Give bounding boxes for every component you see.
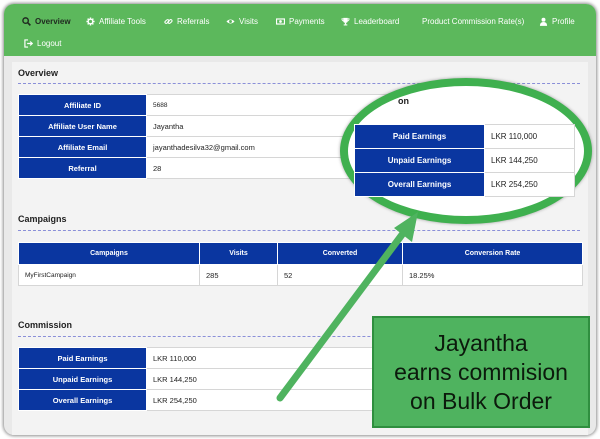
app-window: Overview Affiliate Tools Referrals Visit…	[4, 4, 596, 435]
nav-affiliate-tools-label: Affiliate Tools	[99, 16, 146, 26]
highlight-unpaid-value: LKR 144,250	[484, 148, 575, 173]
commission-paid-label: Paid Earnings	[18, 347, 147, 369]
campaigns-divider	[18, 230, 580, 231]
highlight-paid-value: LKR 110,000	[484, 124, 575, 149]
nav-affiliate-tools[interactable]: Affiliate Tools	[86, 12, 146, 30]
nav-logout-label: Logout	[37, 38, 62, 48]
table-row: Paid Earnings LKR 110,000	[354, 124, 575, 149]
affiliate-user-name-label: Affiliate User Name	[18, 115, 147, 137]
commission-unpaid-label: Unpaid Earnings	[18, 368, 147, 390]
highlight-paid-label: Paid Earnings	[354, 124, 485, 149]
callout-line-1: Jayantha	[434, 329, 528, 356]
nav-logout[interactable]: Logout	[24, 34, 61, 52]
nav-visits-label: Visits	[239, 16, 258, 26]
conversion-rate-col-header: Conversion Rate	[402, 242, 583, 265]
nav-overview[interactable]: Overview	[22, 12, 71, 30]
user-icon	[539, 17, 548, 26]
table-row: Overall Earnings LKR 254,250	[354, 172, 575, 197]
callout-line-2: earns commision	[394, 358, 568, 385]
referral-label: Referral	[18, 157, 147, 179]
nav-profile-label: Profile	[552, 16, 575, 26]
campaigns-title: Campaigns	[18, 214, 67, 224]
nav-product-commission-rates-label: Product Commission Rate(s)	[422, 16, 525, 26]
nav-referrals[interactable]: Referrals	[164, 12, 209, 30]
callout-line-3: on Bulk Order	[410, 387, 552, 414]
converted-cell: 52	[277, 264, 403, 286]
highlighted-earnings-table: Paid Earnings LKR 110,000 Unpaid Earning…	[354, 124, 575, 197]
top-navbar: Overview Affiliate Tools Referrals Visit…	[4, 4, 596, 56]
trophy-icon	[341, 17, 350, 26]
converted-col-header: Converted	[277, 242, 403, 265]
table-row: MyFirstCampaign 285 52 18.25%	[18, 264, 583, 286]
conversion-rate-cell: 18.25%	[402, 264, 583, 286]
highlight-unpaid-label: Unpaid Earnings	[354, 148, 485, 173]
search-icon	[22, 16, 31, 26]
nav-overview-label: Overview	[35, 16, 71, 26]
nav-payments-label: Payments	[289, 16, 325, 26]
nav-referrals-label: Referrals	[177, 16, 210, 26]
nav-leaderboard[interactable]: Leaderboard	[341, 12, 399, 30]
logout-icon	[24, 38, 33, 48]
gear-icon	[86, 16, 95, 26]
earnings-section-title-fragment: on	[398, 96, 409, 106]
commission-overall-label: Overall Earnings	[18, 389, 147, 411]
nav-leaderboard-label: Leaderboard	[354, 16, 400, 26]
eye-icon	[226, 17, 235, 26]
highlight-overall-value: LKR 254,250	[484, 172, 575, 197]
nav-profile[interactable]: Profile	[539, 12, 575, 30]
commission-title: Commission	[18, 320, 73, 330]
table-header-row: Campaigns Visits Converted Conversion Ra…	[18, 242, 583, 265]
nav-visits[interactable]: Visits	[226, 12, 258, 30]
campaigns-table: Campaigns Visits Converted Conversion Ra…	[18, 242, 583, 286]
campaign-name-cell: MyFirstCampaign	[18, 264, 200, 286]
link-icon	[164, 17, 173, 26]
money-icon	[276, 17, 285, 26]
affiliate-id-label: Affiliate ID	[18, 94, 147, 116]
highlight-overall-label: Overall Earnings	[354, 172, 485, 197]
visits-cell: 285	[199, 264, 278, 286]
table-row: Unpaid Earnings LKR 144,250	[354, 148, 575, 173]
nav-product-commission-rates[interactable]: Product Commission Rate(s)	[422, 12, 524, 30]
campaigns-col-header: Campaigns	[18, 242, 200, 265]
overview-title: Overview	[18, 68, 59, 78]
affiliate-email-label: Affiliate Email	[18, 136, 147, 158]
nav-payments[interactable]: Payments	[276, 12, 325, 30]
annotation-callout: Jayantha earns commision on Bulk Order	[372, 316, 590, 428]
visits-col-header: Visits	[199, 242, 278, 265]
